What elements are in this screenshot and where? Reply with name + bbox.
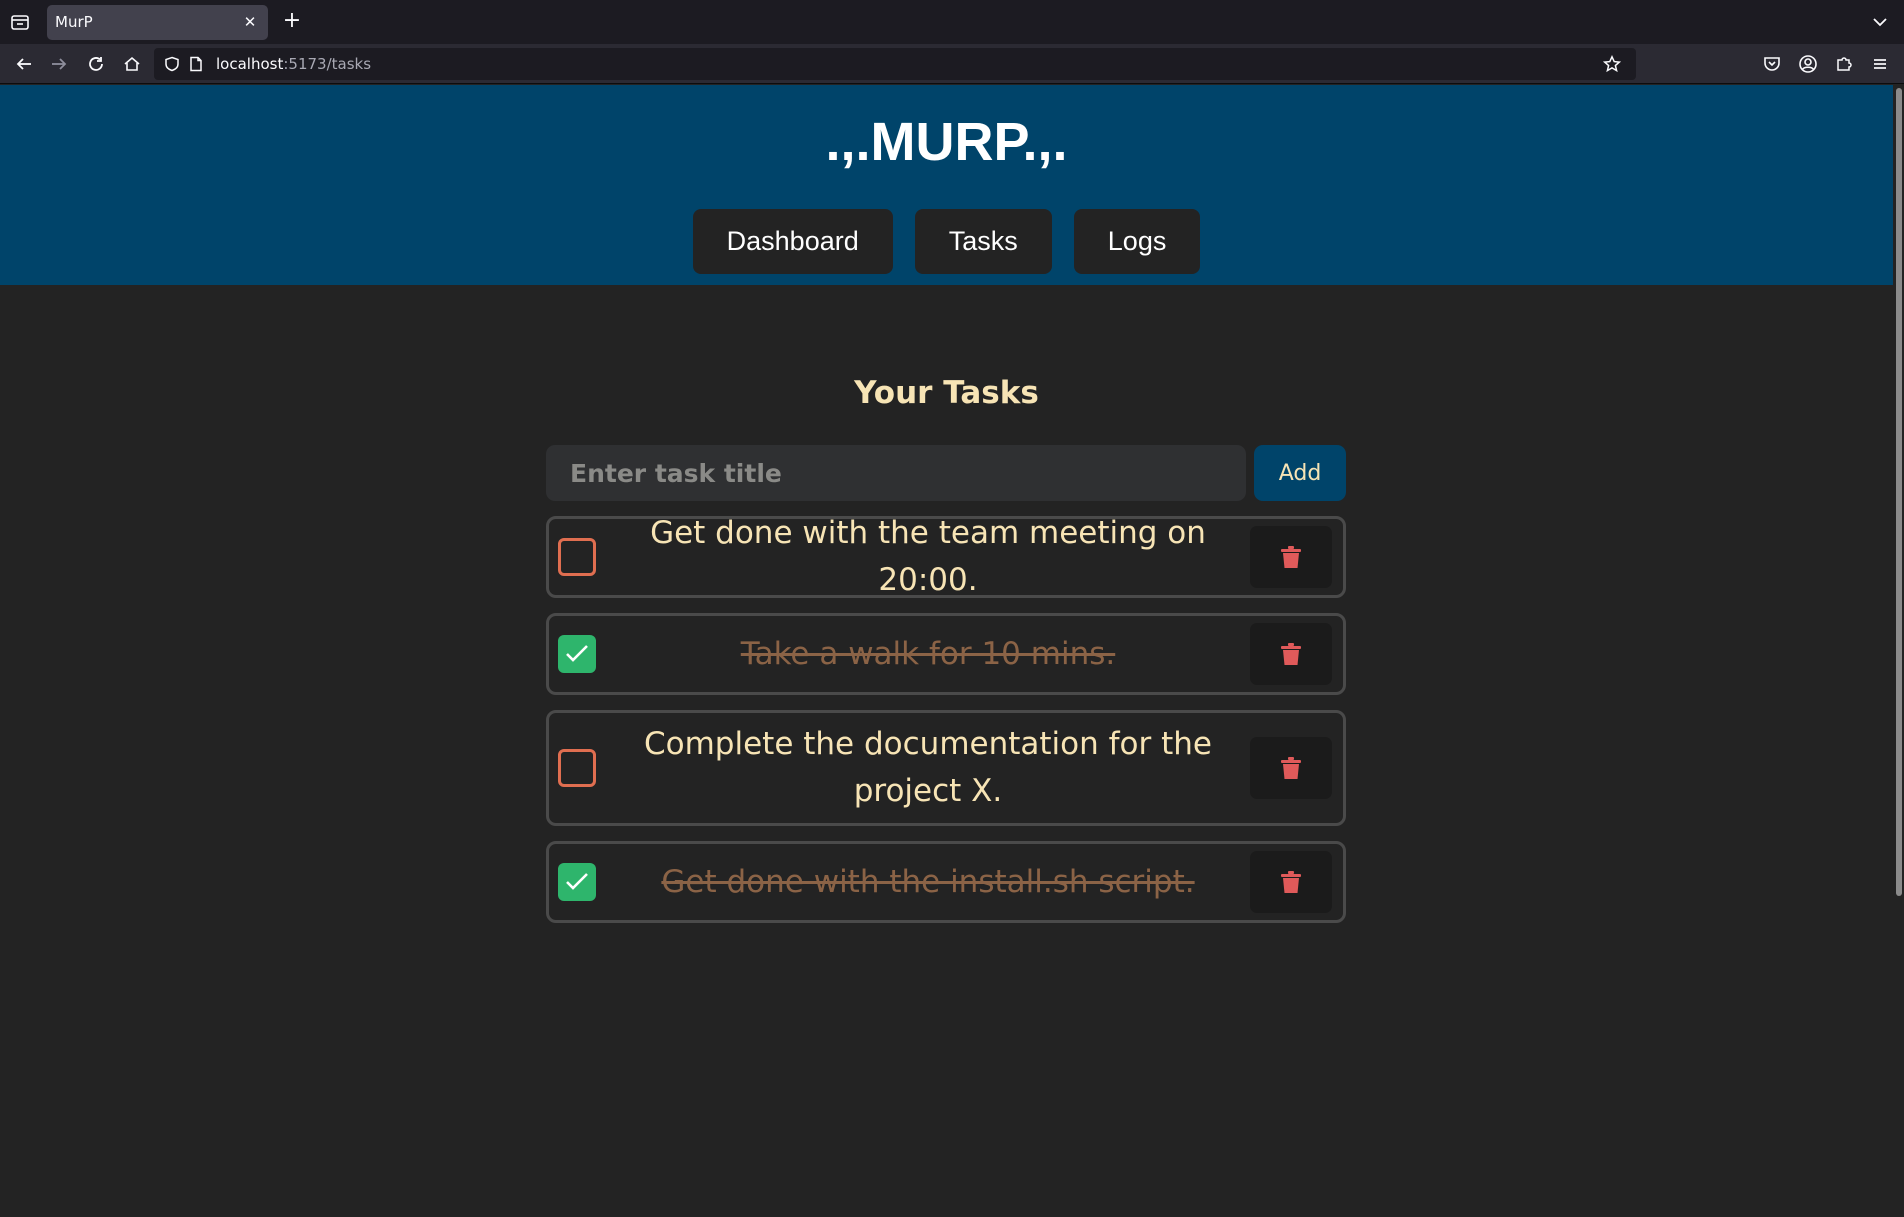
task-checkbox[interactable] bbox=[558, 538, 596, 576]
trash-icon bbox=[1281, 871, 1301, 893]
main-nav: Dashboard Tasks Logs bbox=[0, 209, 1893, 274]
home-icon[interactable] bbox=[120, 52, 144, 76]
reload-icon[interactable] bbox=[84, 52, 108, 76]
browser-tab[interactable]: MurP ✕ bbox=[47, 5, 268, 40]
hamburger-icon[interactable] bbox=[1868, 52, 1892, 76]
chevron-down-icon[interactable] bbox=[1870, 12, 1890, 32]
back-arrow-icon[interactable] bbox=[12, 52, 36, 76]
page-title: Your Tasks bbox=[854, 375, 1039, 411]
page-scrollbar[interactable] bbox=[1893, 85, 1904, 1217]
url-bar[interactable]: localhost:5173/tasks bbox=[154, 48, 1636, 80]
trash-icon bbox=[1281, 757, 1301, 779]
forward-arrow-icon[interactable] bbox=[47, 52, 71, 76]
add-task-form: Add bbox=[546, 445, 1346, 501]
pocket-icon[interactable] bbox=[1760, 52, 1784, 76]
task-item: Get done with the team meeting on 20:00. bbox=[546, 515, 1346, 598]
task-list: Get done with the team meeting on 20:00.… bbox=[546, 515, 1346, 938]
page-icon bbox=[184, 52, 208, 76]
page-viewport: .,.MURP.,. Dashboard Tasks Logs Your Tas… bbox=[0, 85, 1893, 1217]
task-title: Take a walk for 10 mins. bbox=[740, 635, 1116, 672]
puzzle-icon[interactable] bbox=[1832, 52, 1856, 76]
app-header: .,.MURP.,. Dashboard Tasks Logs bbox=[0, 85, 1893, 285]
browser-nav-bar: localhost:5173/tasks bbox=[0, 44, 1904, 84]
task-title: Get done with the install.sh script. bbox=[661, 863, 1195, 900]
task-item: Take a walk for 10 mins. bbox=[546, 613, 1346, 695]
app-title: .,.MURP.,. bbox=[825, 112, 1068, 172]
task-checkbox[interactable] bbox=[558, 863, 596, 901]
plus-icon[interactable]: + bbox=[280, 10, 304, 34]
checkmark-icon bbox=[566, 645, 588, 662]
account-icon[interactable] bbox=[1796, 52, 1820, 76]
shield-icon[interactable] bbox=[160, 52, 184, 76]
task-checkbox[interactable] bbox=[558, 749, 596, 787]
trash-icon bbox=[1281, 546, 1301, 568]
nav-logs-button[interactable]: Logs bbox=[1073, 209, 1201, 274]
tab-title: MurP bbox=[55, 13, 93, 31]
checkmark-icon bbox=[566, 873, 588, 890]
scrollbar-thumb[interactable] bbox=[1896, 88, 1902, 896]
nav-tasks-button[interactable]: Tasks bbox=[914, 209, 1052, 274]
nav-dashboard-button[interactable]: Dashboard bbox=[692, 209, 893, 274]
task-item: Get done with the install.sh script. bbox=[546, 841, 1346, 923]
task-title: Get done with the team meeting on 20:00. bbox=[650, 515, 1206, 598]
url-path: :5173/tasks bbox=[283, 55, 372, 73]
url-host: localhost bbox=[216, 55, 284, 73]
task-title-input[interactable] bbox=[546, 445, 1246, 501]
task-title: Complete the documentation for the proje… bbox=[644, 726, 1212, 809]
delete-task-button[interactable] bbox=[1250, 526, 1332, 588]
delete-task-button[interactable] bbox=[1250, 851, 1332, 913]
star-icon[interactable] bbox=[1600, 52, 1624, 76]
delete-task-button[interactable] bbox=[1250, 737, 1332, 799]
browser-tab-bar: MurP ✕ + bbox=[0, 0, 1904, 44]
add-task-button[interactable]: Add bbox=[1254, 445, 1346, 501]
trash-icon bbox=[1281, 643, 1301, 665]
delete-task-button[interactable] bbox=[1250, 623, 1332, 685]
task-checkbox[interactable] bbox=[558, 635, 596, 673]
url-text[interactable]: localhost:5173/tasks bbox=[216, 55, 371, 73]
task-item: Complete the documentation for the proje… bbox=[546, 710, 1346, 826]
close-icon[interactable]: ✕ bbox=[240, 12, 260, 32]
tab-list-icon[interactable] bbox=[8, 10, 32, 34]
